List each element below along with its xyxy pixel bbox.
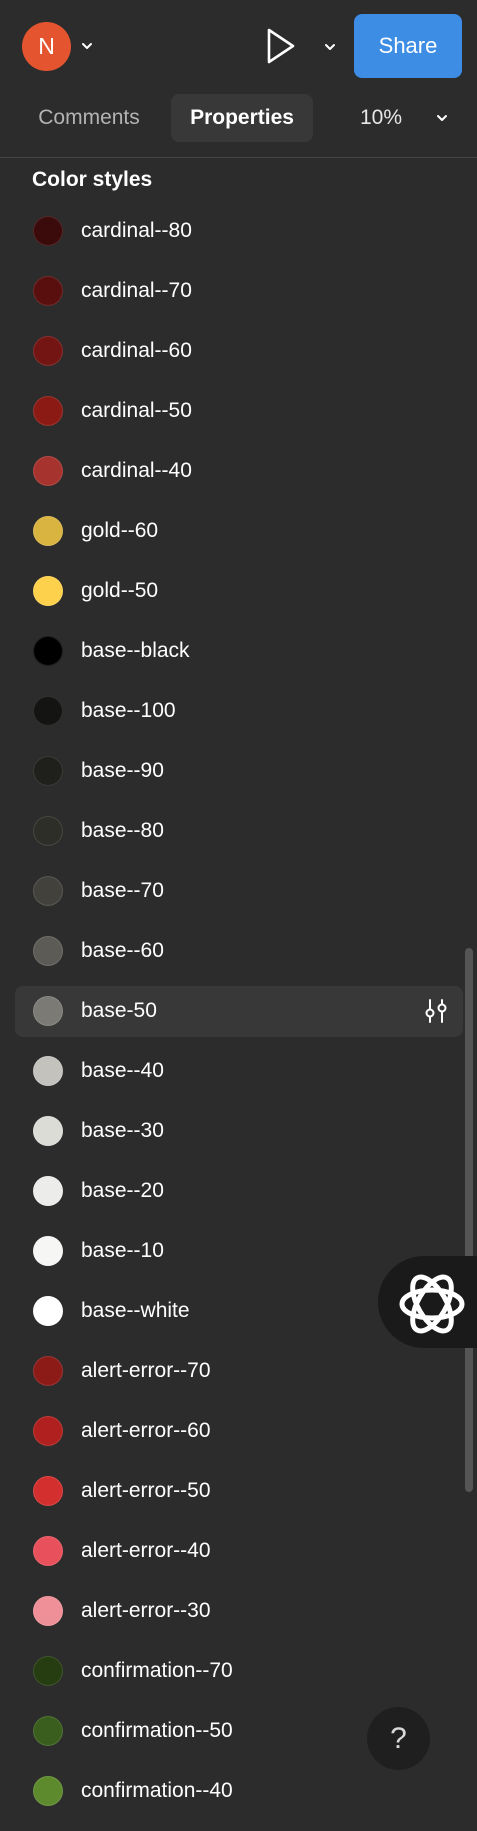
color-swatch [33,1296,63,1326]
color-style-item[interactable]: base--30 [0,1101,477,1161]
color-style-item[interactable]: gold--50 [0,561,477,621]
color-style-item[interactable]: alert-error--30 [0,1581,477,1641]
color-style-label: base--90 [81,759,164,782]
color-swatch [33,456,63,486]
color-style-label: base--40 [81,1059,164,1082]
color-swatch [33,516,63,546]
top-bar: N Share [0,0,477,92]
color-style-label: base--30 [81,1119,164,1142]
zoom-level[interactable]: 10% [360,94,402,142]
color-swatch [33,276,63,306]
panel-tabs: Comments Properties 10% [0,92,477,157]
color-swatch [33,396,63,426]
section-title: Color styles [32,168,153,191]
color-style-item[interactable]: alert-error--40 [0,1521,477,1581]
color-swatch [33,996,63,1026]
color-style-label: base--70 [81,879,164,902]
color-style-label: cardinal--40 [81,459,192,482]
avatar[interactable]: N [22,22,71,71]
color-style-item[interactable]: cardinal--50 [0,381,477,441]
color-style-label: base--white [81,1299,190,1322]
color-style-label: confirmation--40 [81,1779,233,1802]
color-styles-list: cardinal--80 cardinal--70 cardinal--60 card… [0,201,477,1821]
color-style-item[interactable]: base-50 [0,981,477,1041]
color-swatch [33,1656,63,1686]
color-swatch [33,1236,63,1266]
color-style-label: alert-error--50 [81,1479,211,1502]
color-swatch [33,1596,63,1626]
color-swatch [33,1536,63,1566]
color-style-label: alert-error--70 [81,1359,211,1382]
color-style-item[interactable]: base--90 [0,741,477,801]
color-swatch [33,336,63,366]
color-swatch [33,816,63,846]
ai-assistant-button[interactable] [378,1256,477,1348]
color-style-item[interactable]: alert-error--50 [0,1461,477,1521]
color-swatch [33,1056,63,1086]
share-button[interactable]: Share [354,14,462,78]
color-style-label: cardinal--50 [81,399,192,422]
divider [0,157,477,158]
color-style-label: alert-error--30 [81,1599,211,1622]
color-style-label: cardinal--60 [81,339,192,362]
color-style-label: base--black [81,639,190,662]
color-style-item[interactable]: cardinal--60 [0,321,477,381]
color-style-label: alert-error--60 [81,1419,211,1442]
color-swatch [33,876,63,906]
scrollbar[interactable] [465,948,473,1492]
color-style-label: base--10 [81,1239,164,1262]
tab-comments[interactable]: Comments [18,94,160,142]
ai-assistant-icon [399,1274,465,1334]
color-style-label: confirmation--50 [81,1719,233,1742]
color-style-item[interactable]: base--40 [0,1041,477,1101]
color-swatch [33,1476,63,1506]
color-swatch [33,216,63,246]
help-icon: ? [390,1721,407,1755]
color-style-item[interactable]: base--black [0,621,477,681]
color-style-item[interactable]: alert-error--60 [0,1401,477,1461]
color-style-item[interactable]: base--20 [0,1161,477,1221]
color-style-label: gold--50 [81,579,159,602]
color-style-item[interactable]: cardinal--40 [0,441,477,501]
chevron-down-icon[interactable] [80,39,94,53]
color-style-item[interactable]: base--60 [0,921,477,981]
color-style-label: base--20 [81,1179,164,1202]
color-swatch [33,576,63,606]
sliders-icon[interactable] [422,998,450,1024]
color-swatch [33,936,63,966]
color-swatch [33,756,63,786]
color-swatch [33,636,63,666]
color-style-label: base-50 [81,999,157,1022]
color-style-item[interactable]: alert-error--70 [0,1341,477,1401]
color-style-item[interactable]: base--100 [0,681,477,741]
color-style-item[interactable]: confirmation--70 [0,1641,477,1701]
color-swatch [33,1776,63,1806]
color-swatch [33,696,63,726]
color-style-label: cardinal--80 [81,219,192,242]
color-style-label: base--80 [81,819,164,842]
color-swatch [33,1116,63,1146]
color-style-item[interactable]: base--70 [0,861,477,921]
help-button[interactable]: ? [367,1707,430,1770]
color-style-item[interactable]: base--80 [0,801,477,861]
color-swatch [33,1356,63,1386]
color-style-item[interactable]: gold--60 [0,501,477,561]
color-swatch [33,1716,63,1746]
color-style-label: base--100 [81,699,176,722]
tab-properties[interactable]: Properties [171,94,313,142]
color-style-item[interactable]: cardinal--70 [0,261,477,321]
color-style-label: confirmation--70 [81,1659,233,1682]
chevron-down-icon[interactable] [435,111,449,125]
play-icon[interactable] [262,26,298,66]
color-swatch [33,1416,63,1446]
color-swatch [33,1176,63,1206]
chevron-down-icon[interactable] [323,40,337,54]
color-style-item[interactable]: cardinal--80 [0,201,477,261]
color-style-label: base--60 [81,939,164,962]
color-style-label: gold--60 [81,519,159,542]
color-style-label: cardinal--70 [81,279,192,302]
color-style-item[interactable]: confirmation--40 [0,1761,477,1821]
color-style-label: alert-error--40 [81,1539,211,1562]
